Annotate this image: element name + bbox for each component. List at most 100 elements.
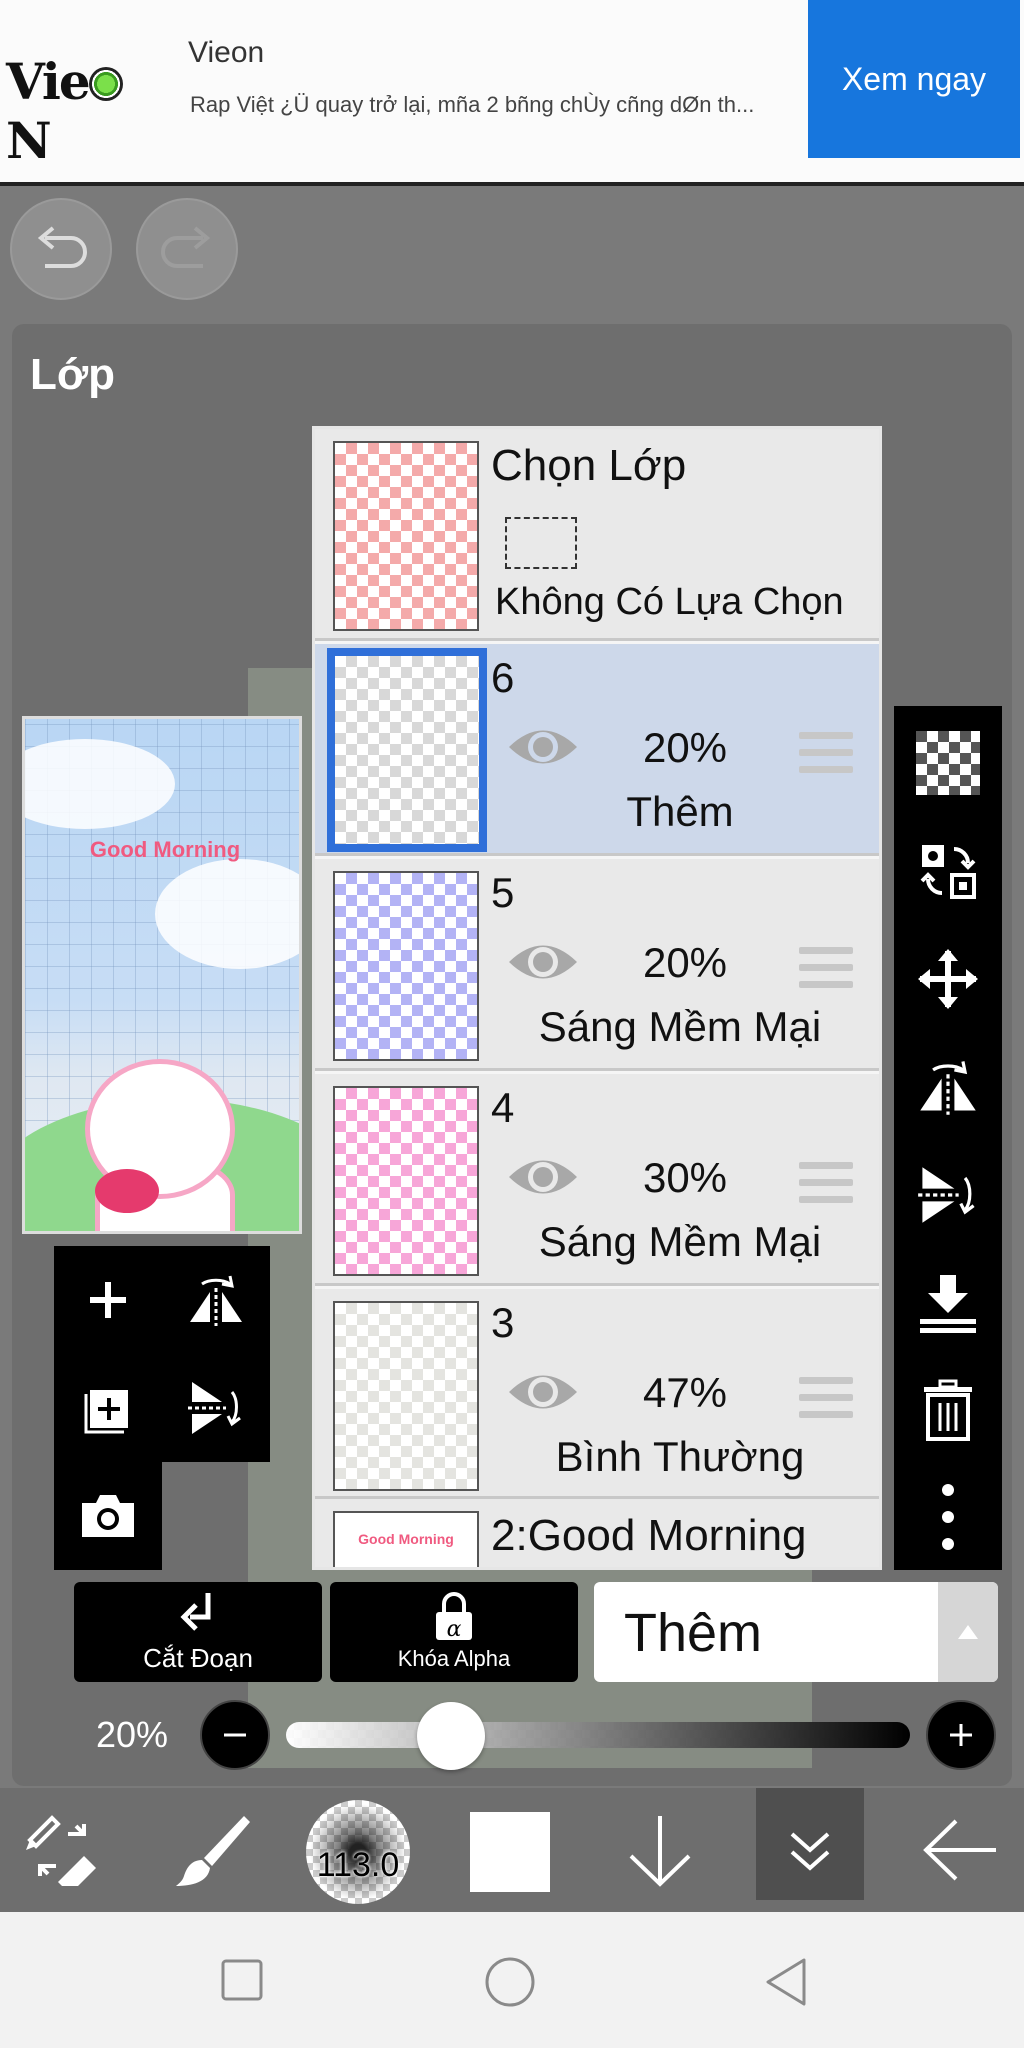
layer-row[interactable]: 5 20% Sáng Mềm Mại bbox=[315, 859, 879, 1071]
layer-name: 2:Good Morning bbox=[491, 1511, 807, 1560]
ad-cta-button[interactable]: Xem ngay bbox=[808, 0, 1020, 158]
layer-blend-mode: Thêm bbox=[626, 788, 734, 835]
layer-blend-mode: Bình Thường bbox=[555, 1433, 805, 1480]
brush-size-value: 113.0 bbox=[316, 1846, 400, 1884]
layer-blend-mode: Sáng Mềm Mại bbox=[538, 1218, 822, 1265]
layer-opacity: 20% bbox=[642, 724, 728, 771]
layer-number: 3 bbox=[491, 1299, 515, 1346]
brush-icon bbox=[176, 1816, 250, 1886]
flip-vertical-button[interactable] bbox=[162, 1354, 270, 1462]
arrow-left-icon bbox=[923, 1819, 996, 1881]
back-nav-icon[interactable] bbox=[762, 1956, 810, 2008]
redo-icon bbox=[161, 226, 211, 268]
opacity-slider-knob[interactable] bbox=[416, 1702, 485, 1770]
pen-eraser-switch-icon bbox=[26, 1815, 96, 1886]
layer-thumbnail bbox=[327, 648, 487, 852]
layer-thumbnail bbox=[333, 1301, 479, 1491]
rose-art bbox=[95, 1169, 159, 1213]
opacity-label: 20% bbox=[96, 1714, 169, 1755]
swap-layer-icon bbox=[920, 845, 976, 899]
layer-list[interactable]: Chọn Lớp Không Có Lựa Chọn 6 20% Thêm 5 … bbox=[312, 426, 882, 1570]
blend-mode-select[interactable]: Thêm bbox=[594, 1582, 998, 1682]
lock-icon: α bbox=[436, 1592, 472, 1642]
drag-handle-icon[interactable] bbox=[799, 947, 853, 993]
back-button[interactable] bbox=[900, 1788, 1020, 1912]
merge-down-button[interactable] bbox=[894, 1250, 1002, 1356]
double-chevron-down-icon bbox=[790, 1832, 830, 1871]
alpha-lock-button[interactable]: α Khóa Alpha bbox=[330, 1582, 578, 1682]
selection-status: Không Có Lựa Chọn bbox=[495, 581, 844, 623]
flip-layer-vertical-button[interactable] bbox=[894, 1142, 1002, 1248]
recent-apps-icon[interactable] bbox=[220, 1958, 264, 2002]
flip-vertical-icon bbox=[918, 1167, 975, 1223]
ad-description: Rap Việt ¿Ü quay trở lại, mña 2 bñng chÙ… bbox=[190, 92, 755, 117]
layer-number: 5 bbox=[491, 869, 515, 916]
brush-button[interactable] bbox=[152, 1788, 272, 1912]
blend-mode-toggle[interactable] bbox=[938, 1582, 998, 1682]
clipping-label: Cắt Đoạn bbox=[143, 1642, 253, 1673]
redo-button[interactable] bbox=[136, 198, 238, 300]
more-vertical-icon bbox=[942, 1484, 954, 1550]
pen-eraser-switch-button[interactable] bbox=[2, 1788, 122, 1912]
eye-icon[interactable] bbox=[505, 1367, 581, 1417]
layer-row[interactable]: 6 20% Thêm bbox=[315, 644, 879, 856]
system-nav-bar bbox=[0, 1912, 1024, 2048]
move-down-button[interactable] bbox=[600, 1788, 720, 1912]
selection-layer-row[interactable]: Chọn Lớp Không Có Lựa Chọn bbox=[315, 429, 879, 641]
left-tool-grid bbox=[54, 1246, 270, 1570]
selection-thumbnail bbox=[333, 441, 479, 631]
camera-button[interactable] bbox=[54, 1462, 162, 1570]
cloud-art bbox=[25, 739, 175, 829]
layer-panel-toggle-button[interactable] bbox=[756, 1788, 864, 1900]
color-swatch[interactable] bbox=[470, 1812, 550, 1892]
camera-icon bbox=[82, 1495, 134, 1537]
duplicate-layer-icon bbox=[84, 1390, 128, 1434]
duplicate-layer-button[interactable] bbox=[54, 1354, 162, 1462]
cloud-art bbox=[155, 859, 299, 969]
drag-handle-icon[interactable] bbox=[799, 1162, 853, 1208]
layer-row[interactable]: 4 30% Sáng Mềm Mại bbox=[315, 1074, 879, 1286]
minus-icon bbox=[224, 1733, 246, 1737]
svg-text:α: α bbox=[447, 1617, 462, 1642]
eye-icon[interactable] bbox=[505, 1152, 581, 1202]
drag-handle-icon[interactable] bbox=[799, 1377, 853, 1423]
flip-vertical-icon bbox=[188, 1382, 241, 1434]
move-button[interactable] bbox=[894, 926, 1002, 1032]
clipping-button[interactable]: Cắt Đoạn bbox=[74, 1582, 322, 1682]
drag-handle-icon[interactable] bbox=[799, 732, 853, 778]
merge-down-icon bbox=[920, 1275, 976, 1333]
clipping-icon bbox=[180, 1592, 211, 1631]
trash-icon bbox=[924, 1379, 972, 1441]
alpha-lock-label: Khóa Alpha bbox=[397, 1646, 511, 1671]
arrow-down-icon bbox=[629, 1816, 691, 1887]
checkerboard-icon bbox=[916, 731, 980, 795]
canvas-thumbnail[interactable]: Good Morning bbox=[22, 716, 302, 1234]
opacity-increase-button[interactable] bbox=[926, 1700, 996, 1770]
layer-thumbnail-text: Good Morning bbox=[358, 1531, 454, 1547]
layer-row[interactable]: 3 47% Bình Thường bbox=[315, 1289, 879, 1499]
undo-button[interactable] bbox=[10, 198, 112, 300]
eye-icon[interactable] bbox=[505, 937, 581, 987]
ad-banner[interactable]: VieN Vieon Rap Việt ¿Ü quay trở lại, mña… bbox=[0, 0, 1024, 186]
layer-row[interactable]: Good Morning 2:Good Morning bbox=[315, 1499, 879, 1567]
plus-icon bbox=[90, 1282, 126, 1318]
home-icon[interactable] bbox=[484, 1956, 536, 2008]
more-options-button[interactable] bbox=[894, 1464, 1002, 1570]
triangle-up-icon bbox=[958, 1625, 978, 1639]
opacity-decrease-button[interactable] bbox=[200, 1700, 270, 1770]
layer-opacity: 47% bbox=[642, 1369, 728, 1416]
delete-layer-button[interactable] bbox=[894, 1358, 1002, 1464]
add-layer-button[interactable] bbox=[54, 1246, 162, 1354]
layer-number: 6 bbox=[491, 654, 515, 701]
flip-horizontal-icon bbox=[920, 1061, 976, 1115]
transparency-button[interactable] bbox=[894, 710, 1002, 816]
swap-layer-button[interactable] bbox=[894, 818, 1002, 924]
flip-layer-horizontal-button[interactable] bbox=[894, 1034, 1002, 1140]
layer-opacity: 30% bbox=[642, 1154, 728, 1201]
flip-horizontal-button[interactable] bbox=[162, 1246, 270, 1354]
opacity-slider-track[interactable] bbox=[286, 1722, 910, 1748]
right-tool-strip bbox=[894, 706, 1002, 1570]
layer-thumbnail: Good Morning bbox=[333, 1511, 479, 1567]
selection-marquee-icon bbox=[505, 517, 577, 569]
eye-icon[interactable] bbox=[505, 722, 581, 772]
